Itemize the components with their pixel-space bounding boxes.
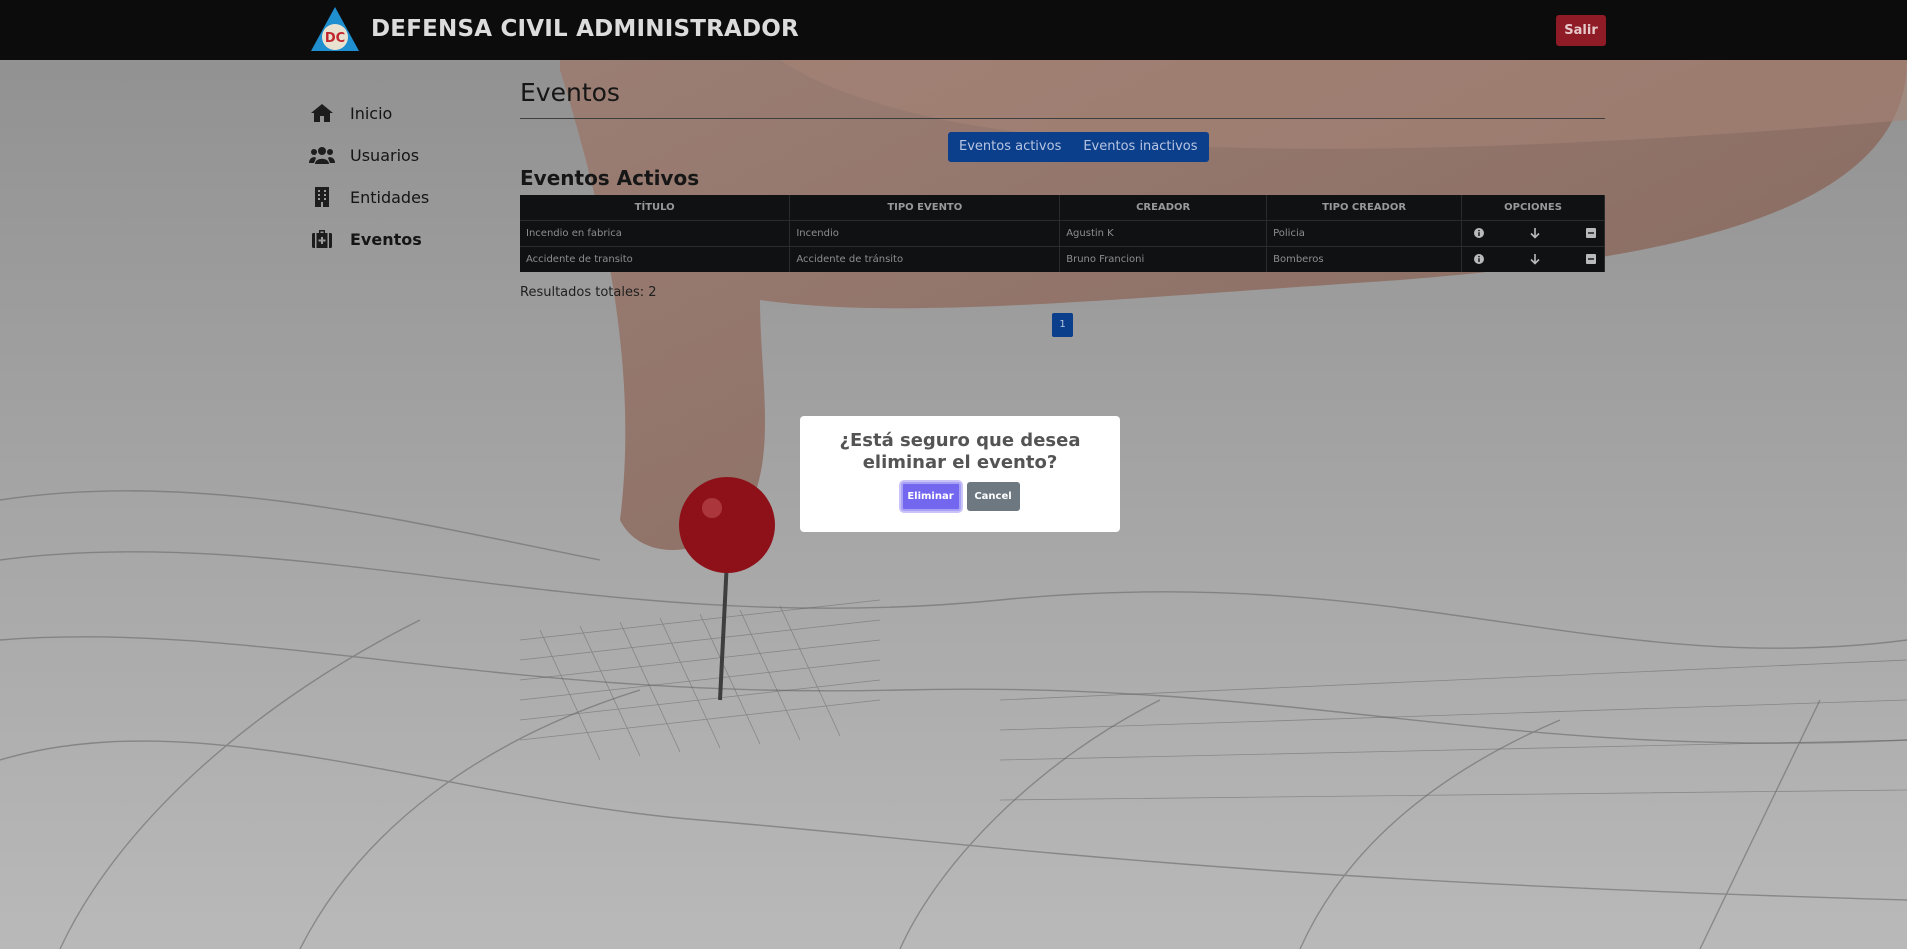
- arrow-down-icon[interactable]: [1528, 252, 1542, 266]
- pagination-page-1[interactable]: 1: [1052, 313, 1073, 337]
- info-icon[interactable]: [1472, 226, 1486, 240]
- column-header-titulo: TÍTULO: [520, 195, 791, 220]
- defensa-civil-logo-icon: DC: [311, 7, 359, 51]
- column-header-tipo-creador: TIPO CREADOR: [1266, 195, 1463, 220]
- confirm-delete-dialog: ¿Está seguro que desea eliminar el event…: [800, 416, 1120, 532]
- minus-square-icon[interactable]: [1584, 226, 1598, 240]
- sidebar-item-label: Inicio: [350, 103, 393, 123]
- main-content: Eventos Eventos activos Eventos inactivo…: [520, 78, 1605, 337]
- table-header-row: TÍTULO TIPO EVENTO CREADOR TIPO CREADOR …: [520, 195, 1605, 220]
- title-divider: [520, 118, 1605, 119]
- cell-tipo-creador: Policia: [1266, 219, 1463, 246]
- cell-tipo-evento: Accidente de tránsito: [789, 245, 1061, 272]
- logout-button[interactable]: Salir: [1556, 15, 1606, 46]
- column-header-opciones: OPCIONES: [1461, 195, 1605, 220]
- results-count: Resultados totales: 2: [520, 285, 657, 300]
- brand[interactable]: DC DEFENSA CIVIL ADMINISTRADOR: [309, 5, 799, 53]
- sidebar-nav: Inicio Usuarios Entidades Eventos: [309, 92, 429, 260]
- cell-titulo: Incendio en fabrica: [520, 219, 791, 246]
- column-header-tipo-evento: TIPO EVENTO: [789, 195, 1061, 220]
- sidebar-item-entidades[interactable]: Entidades: [309, 176, 429, 218]
- app-title: DEFENSA CIVIL ADMINISTRADOR: [371, 16, 799, 42]
- sidebar-item-label: Eventos: [350, 229, 422, 249]
- cell-titulo: Accidente de transito: [520, 245, 791, 272]
- logo-text: DC: [325, 31, 345, 46]
- home-icon: [309, 102, 335, 124]
- medkit-icon: [309, 228, 335, 250]
- event-status-tabs: Eventos activos Eventos inactivos: [948, 132, 1209, 162]
- cell-tipo-creador: Bomberos: [1266, 245, 1463, 272]
- section-title: Eventos Activos: [520, 166, 700, 190]
- cell-tipo-evento: Incendio: [789, 219, 1061, 246]
- cell-creador: Agustin K: [1059, 219, 1268, 246]
- building-icon: [309, 186, 335, 208]
- tab-eventos-activos[interactable]: Eventos activos: [948, 132, 1072, 162]
- tab-eventos-inactivos[interactable]: Eventos inactivos: [1072, 132, 1208, 162]
- table-row: Incendio en fabrica Incendio Agustin K P…: [520, 219, 1605, 246]
- top-navbar: DC DEFENSA CIVIL ADMINISTRADOR Salir: [0, 0, 1907, 60]
- cell-creador: Bruno Francioni: [1059, 245, 1268, 272]
- cancel-button[interactable]: Cancel: [966, 482, 1020, 511]
- info-icon[interactable]: [1472, 252, 1486, 266]
- delete-confirm-button[interactable]: Eliminar: [900, 482, 961, 511]
- sidebar-item-inicio[interactable]: Inicio: [309, 92, 429, 134]
- cell-opciones: [1461, 245, 1605, 272]
- dialog-message: ¿Está seguro que desea eliminar el event…: [839, 430, 1081, 473]
- sidebar-item-eventos[interactable]: Eventos: [309, 218, 429, 260]
- sidebar-item-usuarios[interactable]: Usuarios: [309, 134, 429, 176]
- arrow-down-icon[interactable]: [1528, 226, 1542, 240]
- users-icon: [309, 144, 335, 166]
- table-row: Accidente de transito Accidente de tráns…: [520, 245, 1605, 272]
- sidebar-item-label: Entidades: [350, 187, 430, 207]
- sidebar-item-label: Usuarios: [350, 145, 420, 165]
- events-table: TÍTULO TIPO EVENTO CREADOR TIPO CREADOR …: [520, 195, 1605, 272]
- page-title: Eventos: [520, 78, 620, 107]
- column-header-creador: CREADOR: [1059, 195, 1268, 220]
- cell-opciones: [1461, 219, 1605, 246]
- minus-square-icon[interactable]: [1584, 252, 1598, 266]
- dialog-actions: Eliminar Cancel: [800, 482, 1120, 511]
